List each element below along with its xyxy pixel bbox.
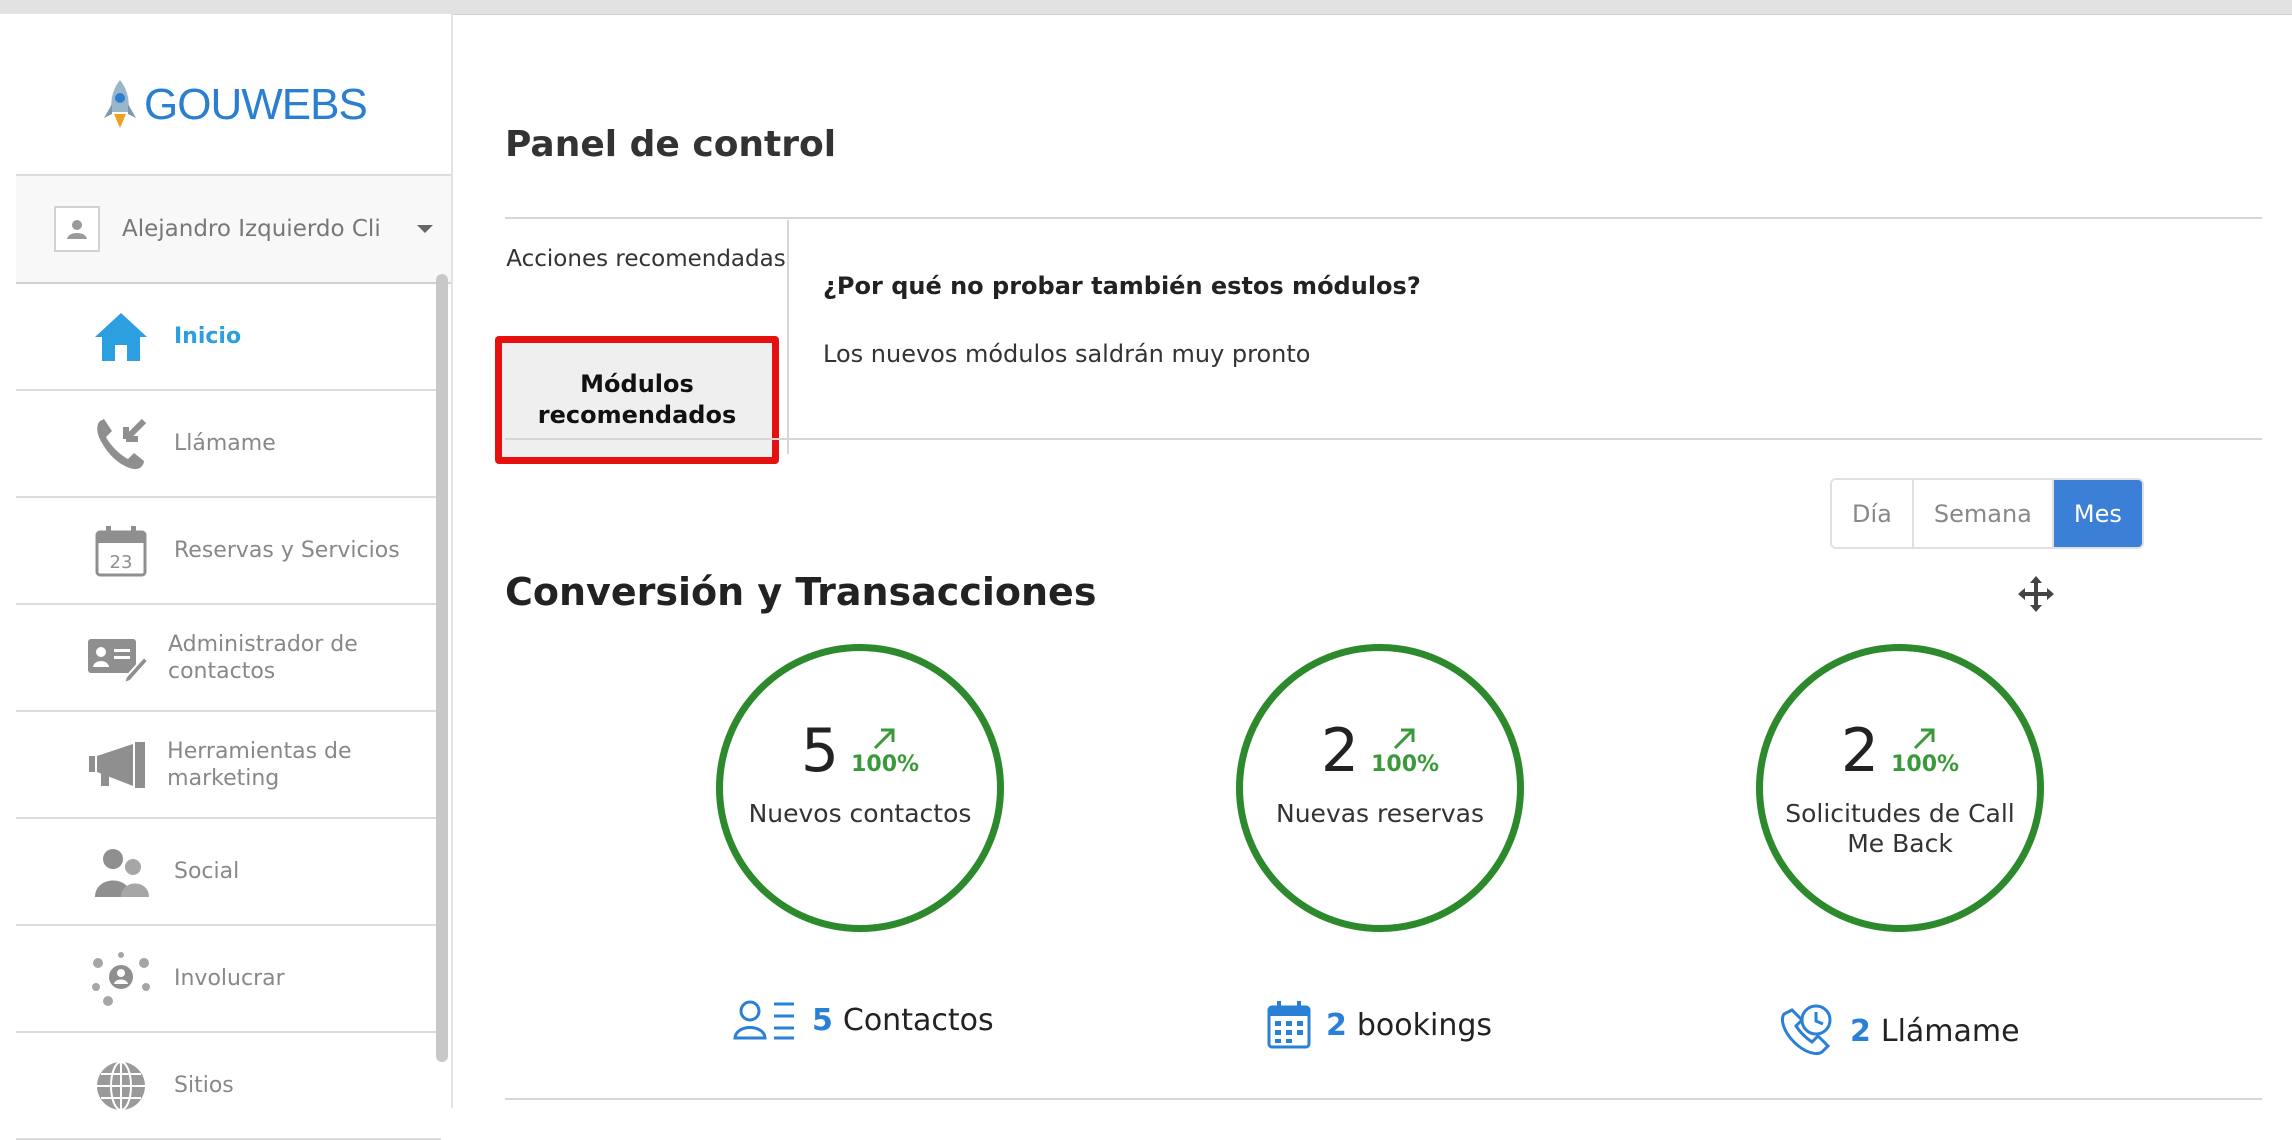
summary-number: 2 [1850,1013,1871,1049]
move-icon[interactable] [2016,574,2056,618]
sidebar-item-label: Herramientas de marketing [167,738,352,791]
stat-call-me-back: 2 100% Solicitudes de Call Me Back [1756,644,2044,932]
page-title: Panel de control [505,124,837,165]
sidebar: GOUWEBS Alejandro Izquierdo Cli Inicio L… [0,14,453,1140]
contacts-list-icon [733,1000,794,1040]
summary-label: Llámame [1880,1013,2020,1049]
trend-up-icon [1914,728,1935,750]
stat-label: Nuevos contactos [748,799,972,828]
calendar-icon [1267,1001,1311,1049]
sidebar-item-llamame[interactable]: Llámame [16,391,441,498]
tab-list: Acciones recomendadas Módulos recomendad… [495,220,789,464]
sidebar-item-label: Administrador de contactos [168,631,358,684]
calendar-day: 23 [110,552,133,573]
period-selector: Día Semana Mes [1830,478,2144,549]
user-menu[interactable]: Alejandro Izquierdo Cli [16,176,451,284]
chevron-down-icon[interactable] [416,225,433,233]
divider [505,438,2262,440]
stat-nuevos-contactos: 5 100% Nuevos contactos [716,644,1004,932]
summary-label: Contactos [842,1002,994,1038]
trend-up-icon [874,728,895,750]
period-semana-button[interactable]: Semana [1913,480,2054,547]
network-icon [86,947,156,1011]
summary-llamame[interactable]: 2 Llámame [1778,1002,2020,1060]
stat-change: 100% [1891,752,1960,777]
summary-contactos[interactable]: 5 Contactos [732,998,994,1042]
logo[interactable]: GOUWEBS [100,70,368,140]
stat-value: 2 [1320,716,1360,786]
people-icon [86,840,156,904]
top-bar [0,0,2292,15]
sidebar-item-reservas[interactable]: 23 Reservas y Servicios [16,498,441,605]
stat-change: 100% [851,752,920,777]
stat-nuevas-reservas: 2 100% Nuevas reservas [1236,644,1524,932]
tab-text: Los nuevos módulos saldrán muy pronto [823,340,1311,368]
rocket-icon [104,80,136,128]
phone-clock-icon [1780,1004,1832,1056]
trend-up-icon [1394,728,1415,750]
sidebar-item-label: Llámame [174,431,276,456]
sidebar-scrollbar[interactable] [436,274,448,1062]
sidebar-item-label: Sitios [174,1073,234,1098]
recommendations-panel: Acciones recomendadas Módulos recomendad… [495,220,2262,464]
sidebar-item-contactos[interactable]: Administrador de contactos [16,605,441,712]
home-icon [86,305,156,369]
sidebar-item-label: Involucrar [174,966,285,991]
section-title: Conversión y Transacciones [505,570,1097,614]
logo-text: GOUWEBS [144,80,368,129]
megaphone-icon [86,733,149,797]
tab-modulos-recomendados[interactable]: Módulos recomendados [495,336,779,464]
sidebar-item-involucrar[interactable]: Involucrar [16,926,441,1033]
summary-number: 2 [1326,1007,1347,1043]
tab-heading: ¿Por qué no probar también estos módulos… [823,272,1421,300]
period-dia-button[interactable]: Día [1832,480,1914,547]
main-content: Panel de control Acciones recomendadas M… [452,14,2292,1108]
stat-label: Nuevas reservas [1276,799,1484,828]
summary-label: bookings [1356,1007,1493,1043]
tab-acciones-recomendadas[interactable]: Acciones recomendadas [505,244,787,274]
divider [505,1098,2262,1100]
stat-value: 2 [1840,716,1880,786]
phone-icon [86,412,156,476]
calendar-icon: 23 [86,519,156,583]
sidebar-item-inicio[interactable]: Inicio [16,284,441,391]
sidebar-item-label: Inicio [174,324,242,349]
summary-bookings[interactable]: 2 bookings [1266,1000,1492,1050]
sidebar-item-label: Reservas y Servicios [174,538,400,563]
divider [505,217,2262,219]
stat-label: Solicitudes de Call Me Back [1785,799,2015,858]
sidebar-item-label: Social [174,859,240,884]
user-name: Alejandro Izquierdo Cli [122,216,381,242]
contact-card-icon [86,626,150,690]
sidebar-item-marketing[interactable]: Herramientas de marketing [16,712,441,819]
user-avatar-icon [54,206,100,252]
summary-number: 5 [812,1002,833,1038]
stat-change: 100% [1371,752,1440,777]
stat-value: 5 [800,716,840,786]
sidebar-nav: Inicio Llámame 23 Reservas y Servicios A… [16,284,441,1140]
period-mes-button[interactable]: Mes [2053,480,2142,547]
sidebar-item-sitios[interactable]: Sitios [16,1033,441,1140]
sidebar-item-social[interactable]: Social [16,819,441,926]
